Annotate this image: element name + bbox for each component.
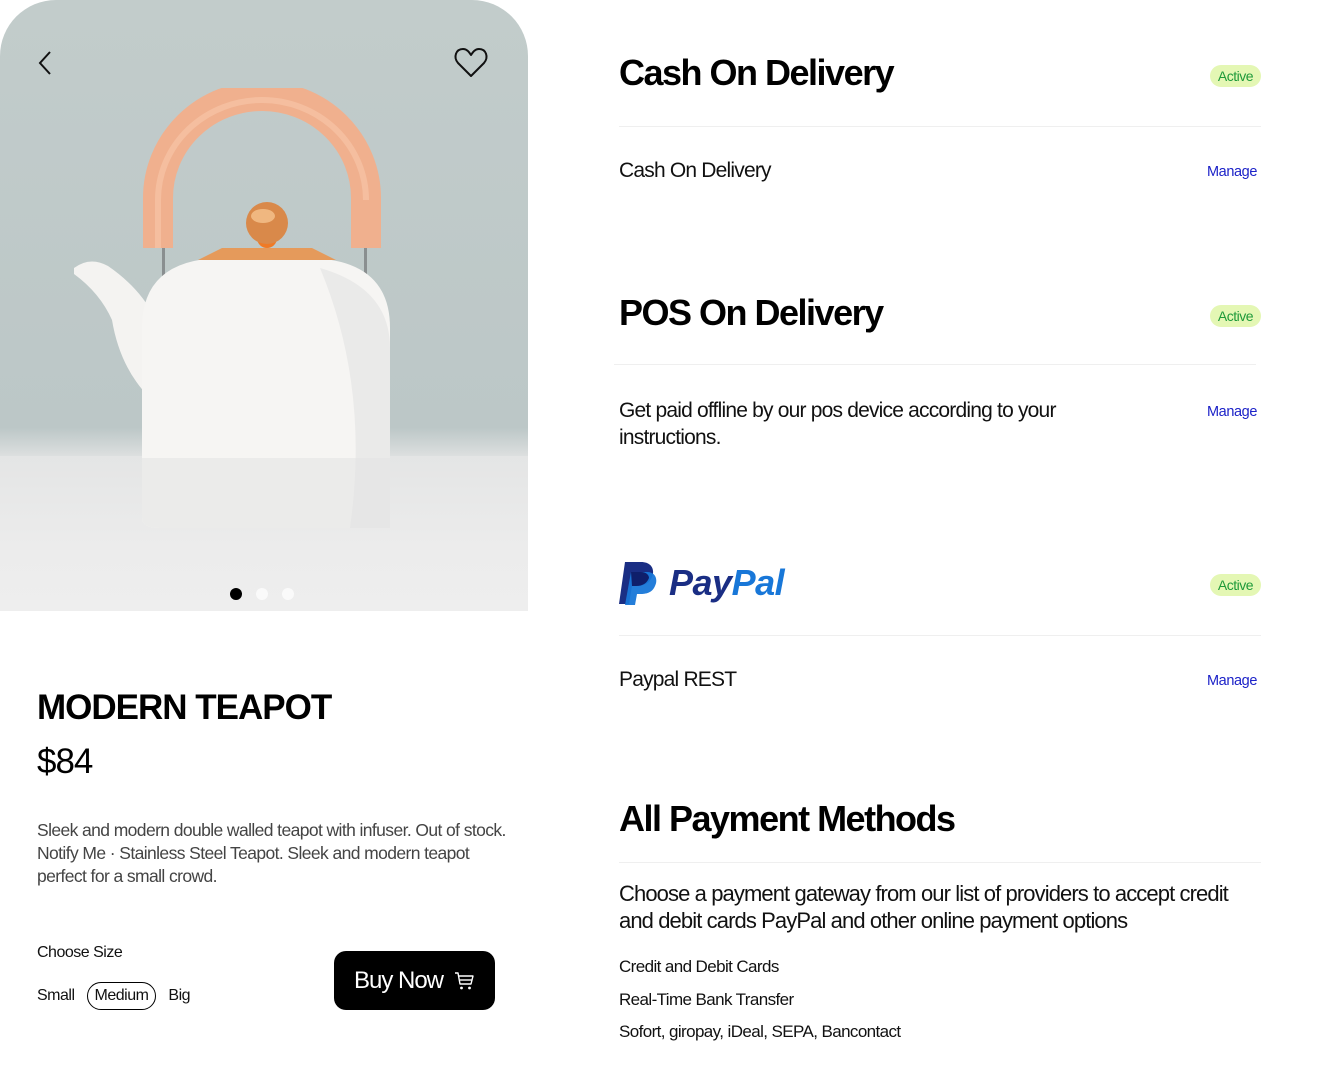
chevron-left-icon[interactable] <box>34 48 56 78</box>
cart-icon <box>455 971 474 989</box>
pos-heading: POS On Delivery <box>619 292 884 333</box>
size-option-small[interactable]: Small <box>37 983 75 1009</box>
all-methods-description: Choose a payment gateway from our list o… <box>619 881 1229 933</box>
all-methods-heading: All Payment Methods <box>619 798 956 839</box>
divider <box>614 364 1256 365</box>
size-label: Choose Size <box>37 944 123 961</box>
method-item-local-methods[interactable]: Sofort, giropay, iDeal, SEPA, Bancontact <box>619 1022 901 1042</box>
cash-heading: Cash On Delivery <box>619 52 895 93</box>
size-option-big[interactable]: Big <box>168 983 190 1009</box>
product-title: MODERN TEAPOT <box>37 688 332 727</box>
all-payment-methods: All Payment Methods Choose a payment gat… <box>619 798 1261 1058</box>
status-badge: Active <box>1209 574 1261 596</box>
carousel-dot-3[interactable] <box>282 588 294 600</box>
paypal-logo: PayPal <box>619 560 785 606</box>
product-description: Sleek and modern double walled teapot wi… <box>37 820 506 886</box>
heart-icon[interactable] <box>453 46 489 80</box>
size-options: Small Medium Big <box>37 982 191 1010</box>
payment-paypal: PayPal Active Paypal REST Manage <box>619 560 1261 710</box>
manage-cash-link[interactable]: Manage <box>1207 164 1257 180</box>
status-badge: Active <box>1209 65 1261 87</box>
payment-cash-on-delivery: Cash On Delivery Active Cash On Delivery… <box>619 52 1261 212</box>
manage-paypal-link[interactable]: Manage <box>1207 673 1257 689</box>
buy-now-button[interactable]: Buy Now <box>334 951 495 1010</box>
carousel-dot-1[interactable] <box>230 588 242 600</box>
buy-now-label: Buy Now <box>353 966 444 994</box>
carousel-dot-2[interactable] <box>256 588 268 600</box>
status-badge: Active <box>1209 305 1261 327</box>
divider <box>619 862 1261 863</box>
teapot-image <box>74 88 390 528</box>
size-option-medium[interactable]: Medium <box>86 982 157 1010</box>
paypal-p-icon <box>619 562 657 605</box>
payment-pos-on-delivery: POS On Delivery Active Get paid offline … <box>614 292 1261 462</box>
carousel-dots <box>230 588 294 600</box>
method-item-bank-transfer[interactable]: Real-Time Bank Transfer <box>619 990 794 1010</box>
product-image-carousel[interactable] <box>0 0 528 611</box>
manage-pos-link[interactable]: Manage <box>1207 404 1257 420</box>
paypal-method-name: Paypal REST <box>619 668 737 691</box>
pos-description: Get paid offline by our pos device accor… <box>619 399 1056 449</box>
product-price: $84 <box>37 742 93 781</box>
method-item-cards[interactable]: Credit and Debit Cards <box>619 957 779 977</box>
divider <box>619 635 1261 636</box>
paypal-wordmark: PayPal <box>669 562 785 603</box>
cash-method-name: Cash On Delivery <box>619 159 772 182</box>
divider <box>619 126 1261 127</box>
